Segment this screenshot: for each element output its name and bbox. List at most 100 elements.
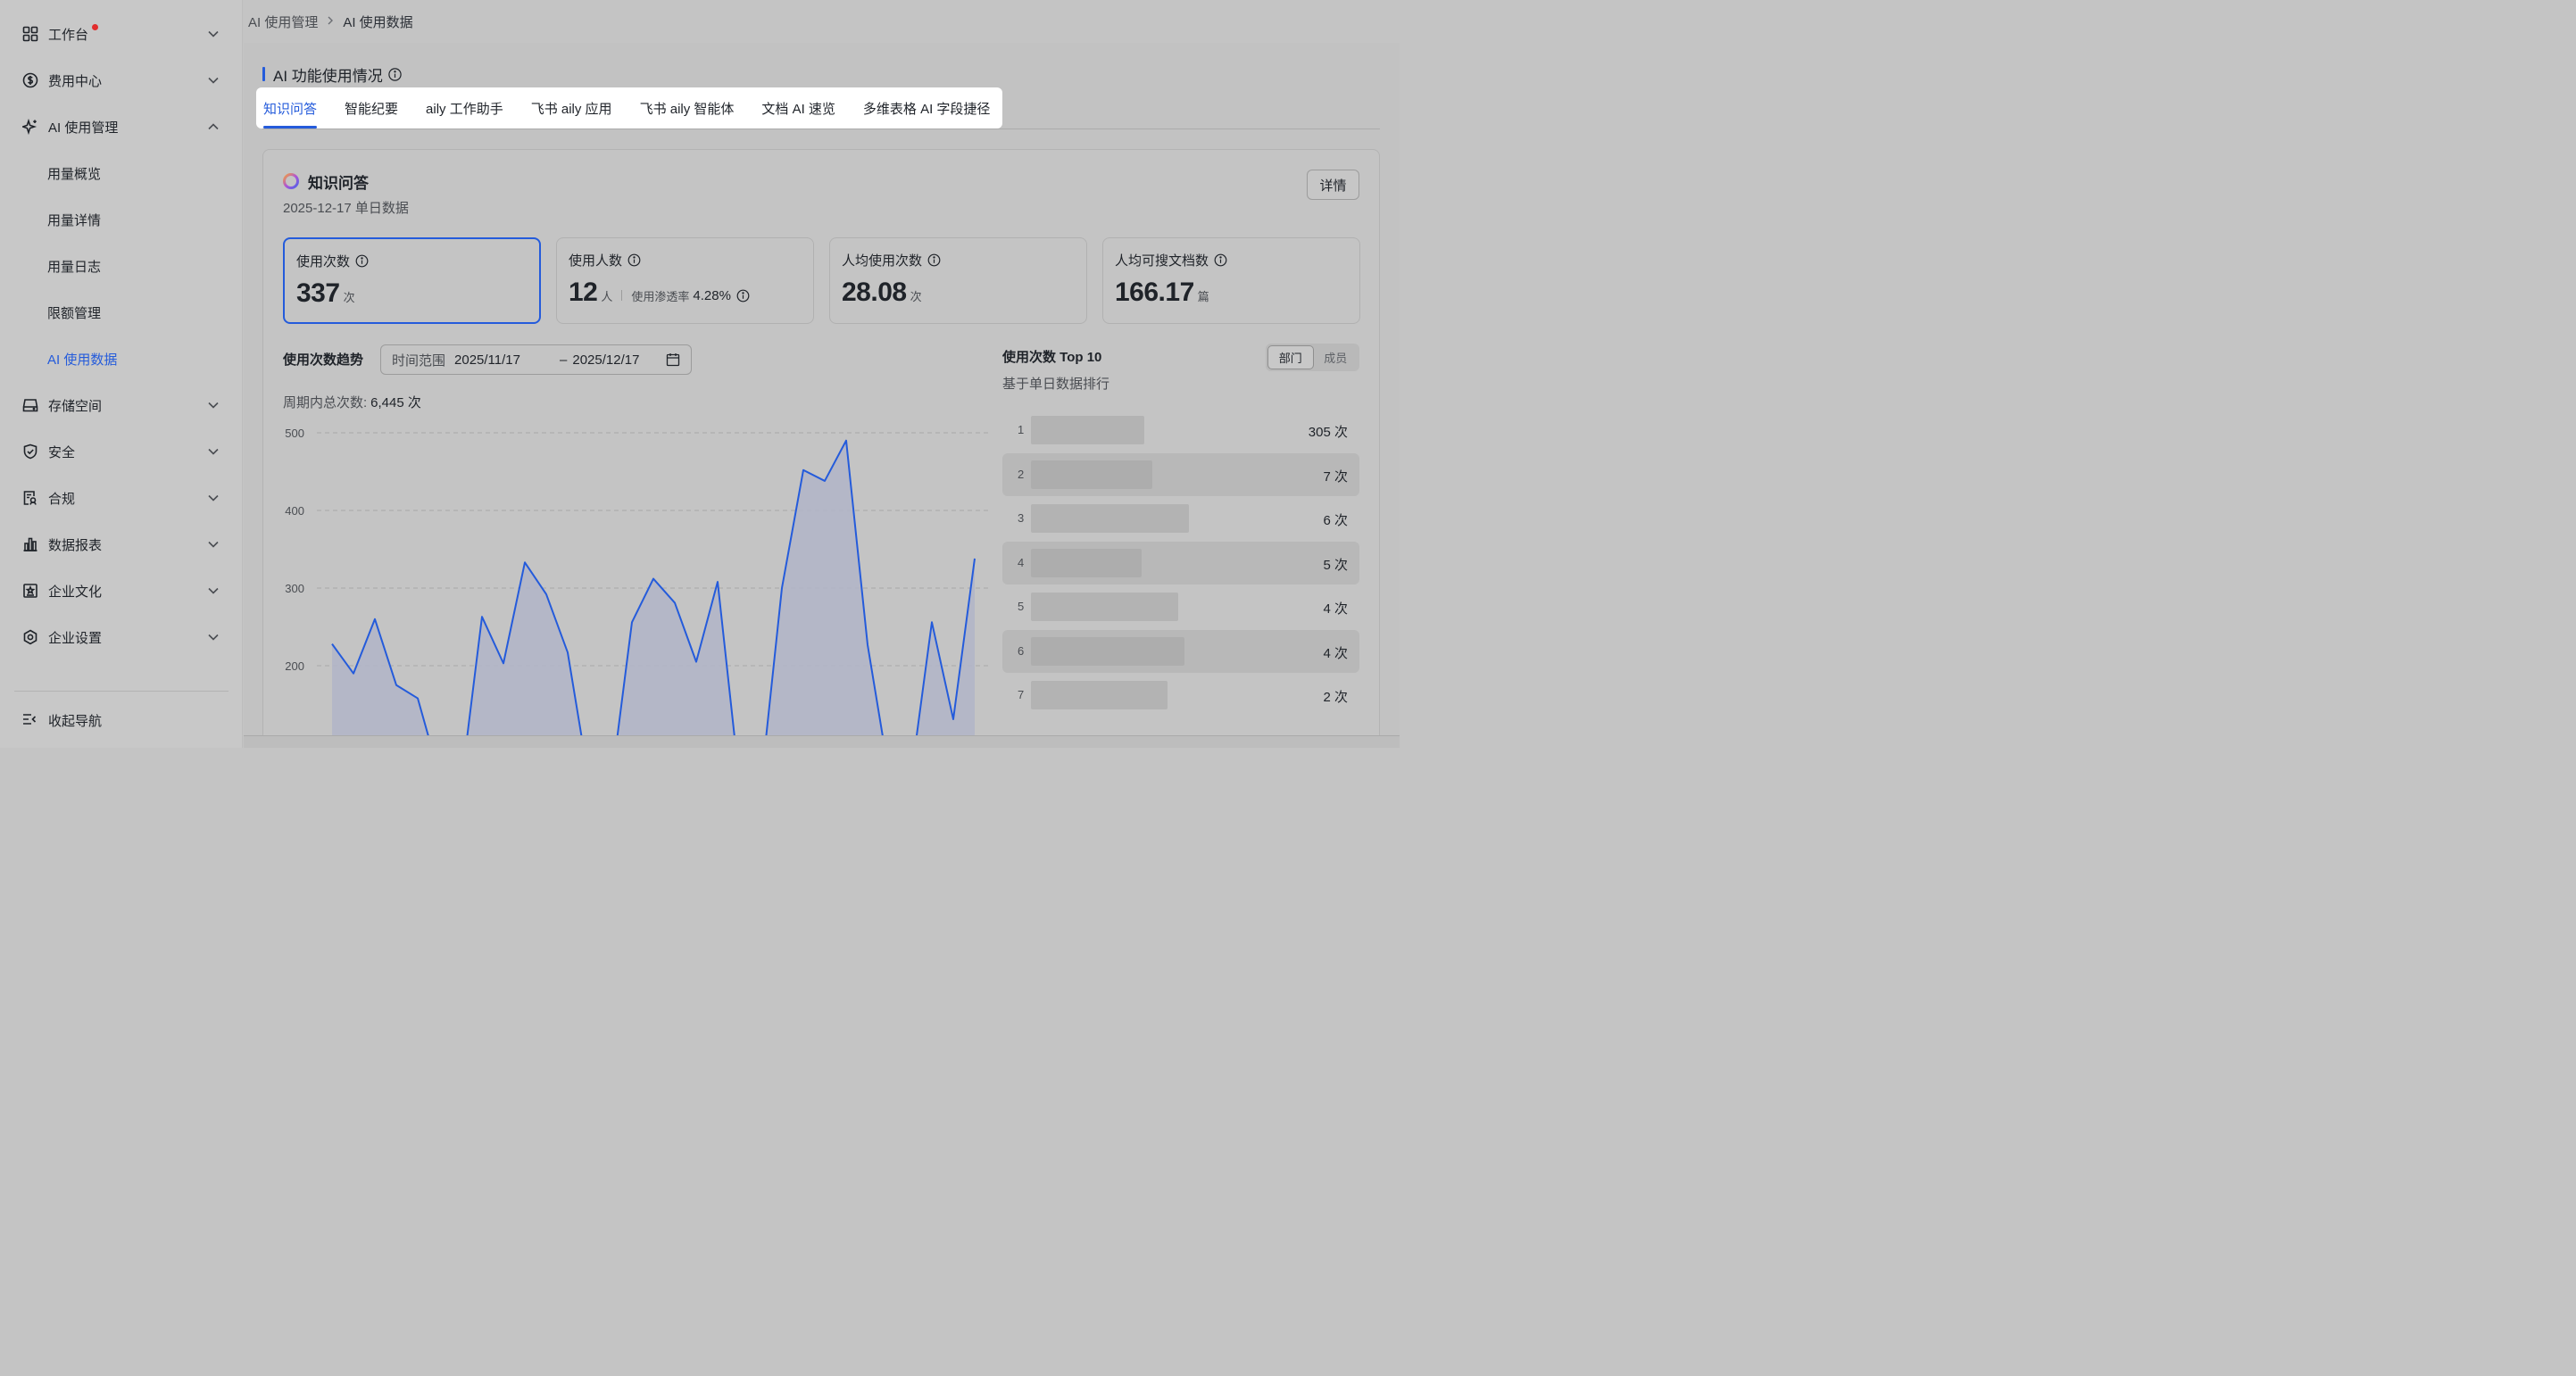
tab-aily-app[interactable]: 飞书 aily 应用 — [531, 87, 612, 128]
sidebar-item-billing[interactable]: 费用中心 — [0, 57, 243, 104]
ranking-row[interactable]: 2 7 次 — [1002, 452, 1359, 496]
ranking-index: 5 — [1018, 600, 1025, 613]
chart-data-point[interactable]: 2025/11/18: 190 — [349, 669, 358, 678]
info-icon[interactable] — [388, 67, 402, 81]
ranking-row[interactable]: 3 6 次 — [1002, 497, 1359, 540]
sidebar-item-ai-usage[interactable]: AI 使用管理 — [0, 104, 243, 150]
collapse-nav-button[interactable]: 收起导航 — [21, 705, 102, 735]
ranking-count: 5 次 — [1323, 557, 1348, 573]
chart-data-point[interactable]: 2025/12/08: 300 — [777, 584, 786, 593]
tab-aily-assistant[interactable]: aily 工作助手 — [426, 87, 503, 128]
chart-data-point[interactable]: 2025/12/04: 205 — [692, 658, 701, 667]
breadcrumb-current: AI 使用数据 — [343, 14, 413, 30]
sidebar-item-culture[interactable]: 企业文化 — [0, 568, 243, 614]
info-icon[interactable] — [627, 253, 641, 267]
ranking-row[interactable]: 1 305 次 — [1002, 409, 1359, 452]
sidebar-item-label: 企业设置 — [48, 630, 103, 646]
section-title: AI 功能使用情况 — [262, 62, 402, 86]
stat-label: 使用人数 — [569, 251, 641, 269]
sidebar-item-security[interactable]: 安全 — [0, 428, 243, 475]
sidebar: 工作台 费用中心 AI 使用管理 用量概览 用量详情 用量日志 限额管理 AI … — [0, 0, 243, 748]
date-range-picker[interactable]: 时间范围 2025/11/17 – 2025/12/17 — [380, 344, 692, 375]
chart-data-point[interactable]: 2025/11/27: 292 — [542, 590, 551, 599]
ranking-count: 4 次 — [1323, 645, 1348, 661]
stat-value: 28.08 次 — [842, 278, 922, 308]
stat-card-usage-count[interactable]: 使用次数 337 次 — [283, 237, 541, 324]
chart-data-point[interactable]: 2025/12/03: 281 — [670, 599, 679, 608]
chevron-down-icon — [208, 541, 219, 548]
sidebar-nav: 工作台 费用中心 AI 使用管理 用量概览 用量详情 用量日志 限额管理 AI … — [0, 11, 243, 682]
stat-unit: 次 — [343, 291, 355, 304]
chart-data-point[interactable]: 2025/12/11: 490 — [842, 436, 851, 445]
chart-data-point[interactable]: 2025/12/05: 308 — [713, 577, 722, 586]
tab-bitable-ai-field[interactable]: 多维表格 AI 字段捷径 — [863, 87, 991, 128]
sidebar-subitem-ai-data[interactable]: AI 使用数据 — [0, 336, 243, 382]
chart-data-point[interactable]: 2025/12/02: 312 — [649, 575, 658, 584]
tab-aily-agent[interactable]: 飞书 aily 智能体 — [640, 87, 735, 128]
chart-data-point[interactable]: 2025/12/16: 131 — [949, 715, 958, 724]
chart-data-point[interactable]: 2025/11/19: 260 — [370, 615, 379, 624]
toggle-member[interactable]: 成员 — [1314, 345, 1359, 369]
tab-doc-ai-preview[interactable]: 文档 AI 速览 — [761, 87, 835, 128]
tab-knowledge-qa[interactable]: 知识问答 — [263, 87, 318, 128]
chart-data-point[interactable]: 2025/11/17: 228 — [328, 640, 337, 649]
chart-area-fill — [332, 440, 975, 737]
sidebar-subitem-usage-overview[interactable]: 用量概览 — [0, 150, 243, 196]
details-button[interactable]: 详情 — [1307, 170, 1359, 200]
stat-card-avg-usage[interactable]: 人均使用次数 28.08 次 — [829, 237, 1087, 324]
chart-data-point[interactable]: 2025/12/01: 256 — [627, 618, 636, 626]
chart-data-point[interactable]: 2025/11/20: 175 — [392, 681, 401, 690]
info-icon[interactable] — [355, 254, 369, 268]
range-end-date[interactable]: 2025/12/17 — [572, 352, 672, 368]
info-icon[interactable] — [927, 253, 941, 267]
stat-value: 337 次 — [296, 278, 355, 309]
stat-card-avg-docs[interactable]: 人均可搜文档数 166.17 篇 — [1102, 237, 1360, 324]
chevron-down-icon — [208, 30, 219, 37]
chart-data-point[interactable]: 2025/11/21: 158 — [413, 694, 422, 703]
sidebar-subitem-usage-log[interactable]: 用量日志 — [0, 243, 243, 289]
title-accent-bar — [262, 67, 265, 81]
ranking-row[interactable]: 7 2 次 — [1002, 674, 1359, 717]
stat-card-user-count[interactable]: 使用人数 12 人 使用渗透率 4.28% — [556, 237, 814, 324]
ranking-count: 4 次 — [1323, 601, 1348, 617]
stat-unit: 次 — [910, 290, 922, 303]
sidebar-item-storage[interactable]: 存储空间 — [0, 382, 243, 428]
chevron-down-icon — [208, 494, 219, 501]
chart-data-point[interactable]: 2025/12/15: 256 — [927, 618, 936, 626]
notification-dot — [92, 24, 98, 30]
toggle-department[interactable]: 部门 — [1267, 345, 1314, 369]
chart-data-point[interactable]: 2025/12/10: 438 — [820, 477, 829, 485]
ranking-row[interactable]: 4 5 次 — [1002, 541, 1359, 584]
ranking-row[interactable]: 5 4 次 — [1002, 585, 1359, 628]
chart-data-point[interactable]: 2025/11/25: 203 — [499, 659, 508, 667]
sidebar-item-compliance[interactable]: 合规 — [0, 475, 243, 521]
sidebar-item-reports[interactable]: 数据报表 — [0, 521, 243, 568]
sidebar-item-label: AI 使用管理 — [48, 120, 119, 136]
ranking-index: 1 — [1018, 423, 1025, 436]
sidebar-subitem-usage-details[interactable]: 用量详情 — [0, 196, 243, 243]
ranking-count: 6 次 — [1323, 513, 1348, 528]
breadcrumb: AI 使用管理 AI 使用数据 — [248, 11, 413, 32]
breadcrumb-parent[interactable]: AI 使用管理 — [248, 12, 318, 31]
ranking-count: 7 次 — [1323, 468, 1348, 485]
sidebar-item-workbench[interactable]: 工作台 — [0, 11, 243, 57]
chart-data-point[interactable]: 2025/12/12: 227 — [863, 641, 872, 650]
ranking-row[interactable]: 6 4 次 — [1002, 629, 1359, 673]
compliance-doc-icon — [21, 489, 39, 507]
chart-data-point[interactable]: 2025/11/28: 217 — [563, 648, 572, 657]
ranking-name-redacted — [1031, 548, 1142, 577]
chart-data-point[interactable]: 2025/12/09: 452 — [799, 466, 808, 475]
info-icon[interactable] — [736, 289, 750, 303]
culture-frame-icon — [21, 582, 39, 600]
sidebar-subitem-quota[interactable]: 限额管理 — [0, 289, 243, 336]
chart-data-point[interactable]: 2025/11/26: 333 — [520, 558, 529, 567]
sidebar-subitem-label: 限额管理 — [47, 305, 102, 321]
calendar-icon[interactable] — [666, 352, 680, 367]
stat-label-text: 人均使用次数 — [842, 253, 923, 269]
chart-data-point[interactable]: 2025/11/24: 263 — [478, 612, 486, 621]
tab-smart-minutes[interactable]: 智能纪要 — [345, 87, 398, 128]
chart-data-point[interactable]: 2025/12/17: 338 — [970, 554, 979, 563]
info-icon[interactable] — [1214, 253, 1227, 267]
sidebar-item-settings[interactable]: 企业设置 — [0, 614, 243, 660]
range-start-date[interactable]: 2025/11/17 — [454, 352, 554, 368]
